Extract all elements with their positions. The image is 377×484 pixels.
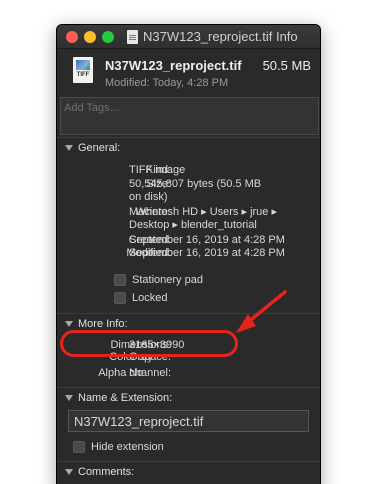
info-window: N37W123_reproject.tif Info TIFF N37W123_… [56, 24, 321, 484]
disclosure-triangle-icon[interactable] [65, 144, 73, 151]
zoom-window-button[interactable] [102, 31, 114, 43]
tiff-file-icon: TIFF [73, 57, 93, 83]
comments-section-label: Comments: [78, 465, 135, 478]
hide-extension-checkbox[interactable] [73, 441, 85, 453]
more-info-section-label: More Info: [78, 317, 128, 330]
modified-value: September 16, 2019 at 4:28 PM [129, 247, 285, 259]
hide-extension-label: Hide extension [91, 441, 164, 453]
comments-section-header[interactable]: Comments: [57, 461, 320, 481]
tags-input[interactable] [61, 100, 318, 116]
hide-extension-row[interactable]: Hide extension [73, 441, 164, 453]
tags-field[interactable] [60, 97, 319, 135]
disclosure-triangle-icon[interactable] [65, 468, 73, 475]
name-extension-section-label: Name & Extension: [78, 391, 173, 404]
where-value-line2: Desktop ▸ blender_tutorial [129, 219, 257, 231]
stationery-pad-checkbox[interactable] [114, 274, 126, 286]
disclosure-triangle-icon[interactable] [65, 320, 73, 327]
stationery-pad-label: Stationery pad [132, 274, 203, 286]
disclosure-triangle-icon[interactable] [65, 394, 73, 401]
stationery-pad-row[interactable]: Stationery pad [114, 274, 203, 286]
locked-checkbox[interactable] [114, 292, 126, 304]
close-window-button[interactable] [66, 31, 78, 43]
title-bar[interactable]: N37W123_reproject.tif Info [57, 25, 320, 49]
file-name: N37W123_reproject.tif [105, 58, 242, 73]
document-icon [127, 29, 138, 44]
annotation-highlight-oval [60, 330, 238, 357]
window-title-group: N37W123_reproject.tif Info [127, 29, 298, 44]
kind-value: TIFF image [129, 164, 186, 176]
where-value-line1: Macintosh HD ▸ Users ▸ jrue ▸ [129, 206, 277, 218]
name-extension-section-header[interactable]: Name & Extension: [57, 387, 320, 407]
modified-summary: Modified: Today, 4:28 PM [105, 77, 229, 89]
locked-label: Locked [132, 292, 168, 304]
size-value-line2: on disk) [129, 191, 168, 203]
minimize-window-button[interactable] [84, 31, 96, 43]
file-size: 50.5 MB [262, 58, 311, 73]
file-name-field[interactable]: N37W123_reproject.tif [68, 410, 309, 432]
locked-row[interactable]: Locked [114, 292, 167, 304]
file-icon-label: TIFF [76, 72, 90, 78]
created-value: September 16, 2019 at 4:28 PM [129, 234, 285, 246]
general-section-header[interactable]: General: [57, 137, 320, 157]
file-header: TIFF N37W123_reproject.tif 50.5 MB Modif… [57, 49, 320, 97]
size-value-line1: 50,545,807 bytes (50.5 MB [129, 178, 262, 190]
general-section-label: General: [78, 141, 121, 154]
alpha-channel-value: No [129, 367, 144, 379]
window-title: N37W123_reproject.tif Info [143, 29, 298, 44]
